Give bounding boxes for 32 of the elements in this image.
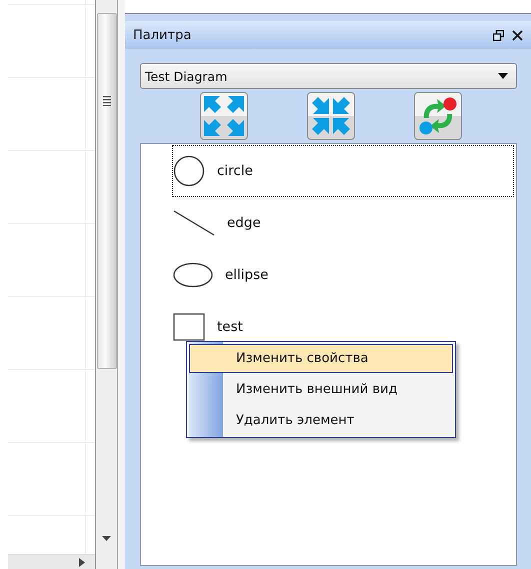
- refresh-button[interactable]: [414, 92, 462, 140]
- square-icon: [173, 313, 205, 341]
- expand-icon: [204, 96, 244, 136]
- expand-button[interactable]: [200, 92, 248, 140]
- palette-item[interactable]: edge: [172, 197, 514, 249]
- collapse-icon: [310, 96, 350, 136]
- grip-icon: [102, 96, 110, 106]
- item-label: edge: [227, 215, 261, 231]
- palette-item[interactable]: ellipse: [172, 249, 514, 301]
- diagram-dropdown[interactable]: Test Diagram: [140, 63, 517, 89]
- panel-splitter[interactable]: [117, 0, 125, 569]
- item-label: ellipse: [225, 267, 268, 283]
- close-icon[interactable]: [512, 30, 523, 40]
- panel-title: Палитра: [133, 28, 192, 42]
- ellipse-icon: [173, 262, 213, 288]
- item-label: test: [217, 319, 243, 335]
- vertical-scrollbar[interactable]: [95, 0, 117, 569]
- line-icon: [173, 210, 215, 236]
- horizontal-scrollbar[interactable]: [8, 554, 95, 569]
- menu-item[interactable]: Изменить внешний вид: [189, 375, 453, 404]
- item-label: circle: [217, 163, 253, 179]
- restore-icon[interactable]: [493, 30, 504, 40]
- palette-item[interactable]: circle: [172, 145, 514, 197]
- scrollbar-thumb[interactable]: [96, 13, 116, 369]
- refresh-icon: [418, 96, 458, 136]
- circle-icon: [173, 155, 205, 187]
- collapse-button[interactable]: [306, 92, 354, 140]
- down-arrow-icon[interactable]: [102, 536, 111, 541]
- right-arrow-icon[interactable]: [79, 558, 85, 566]
- dropdown-arrow-icon: [498, 73, 508, 79]
- menu-item[interactable]: Изменить свойства: [189, 344, 453, 373]
- menu-item[interactable]: Удалить элемент: [189, 406, 453, 435]
